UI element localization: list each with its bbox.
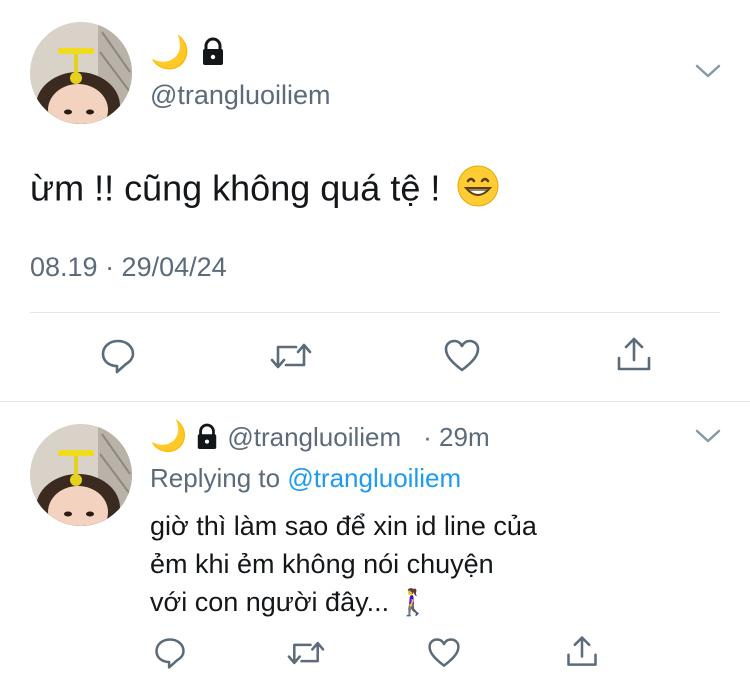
user-handle[interactable]: @trangluoiliem	[227, 422, 401, 453]
like-icon[interactable]	[440, 334, 484, 378]
display-name: 🌙	[150, 34, 226, 70]
chevron-down-icon[interactable]	[694, 62, 722, 85]
retweet-icon[interactable]	[285, 633, 327, 673]
reply-text-line: với con người đây...	[150, 587, 390, 617]
lock-icon	[200, 37, 226, 67]
share-icon[interactable]	[612, 332, 656, 378]
like-icon[interactable]	[424, 633, 464, 673]
main-tweet: 🌙 @trangluoiliem ừm !! cũng không quá tệ…	[0, 0, 750, 395]
reply-text-line: giờ thì làm sao để xin id line của	[150, 511, 537, 541]
reply-icon[interactable]	[150, 633, 190, 673]
reply-tweet[interactable]: 🌙 @trangluoiliem · 29m Replying to @tran…	[0, 401, 750, 685]
woman-walking-emoji: 🚶‍♀️	[396, 588, 429, 618]
chevron-down-icon[interactable]	[694, 427, 722, 450]
tweet-text: ừm !! cũng không quá tệ !	[30, 164, 500, 218]
tweet-timestamp[interactable]: 08.19 · 29/04/24	[30, 252, 227, 283]
mention-link[interactable]: @trangluoiliem	[287, 463, 461, 493]
replying-label: Replying to	[150, 463, 281, 493]
tweet-text-content: ừm !! cũng không quá tệ !	[30, 167, 441, 209]
tweet-time: · 29m	[423, 421, 490, 452]
reply-text-line: ẻm khi ẻm không nói chuyện	[150, 549, 494, 579]
user-handle[interactable]: @trangluoiliem	[150, 80, 330, 111]
reply-icon[interactable]	[96, 334, 140, 378]
lock-icon	[195, 423, 219, 451]
divider	[30, 312, 720, 313]
avatar[interactable]	[30, 22, 132, 124]
retweet-icon[interactable]	[268, 334, 314, 378]
share-icon[interactable]	[562, 631, 602, 673]
replying-to-line: Replying to @trangluoiliem	[150, 463, 461, 494]
grinning-face-icon	[456, 164, 500, 218]
moon-emoji: 🌙	[150, 419, 188, 454]
reply-text: giờ thì làm sao để xin id line của ẻm kh…	[150, 507, 630, 622]
reply-text-line-last: với con người đây... 🚶‍♀️	[150, 583, 630, 622]
moon-emoji: 🌙	[150, 33, 190, 71]
reply-header: 🌙 @trangluoiliem · 29m	[150, 419, 490, 455]
avatar[interactable]	[30, 424, 132, 526]
